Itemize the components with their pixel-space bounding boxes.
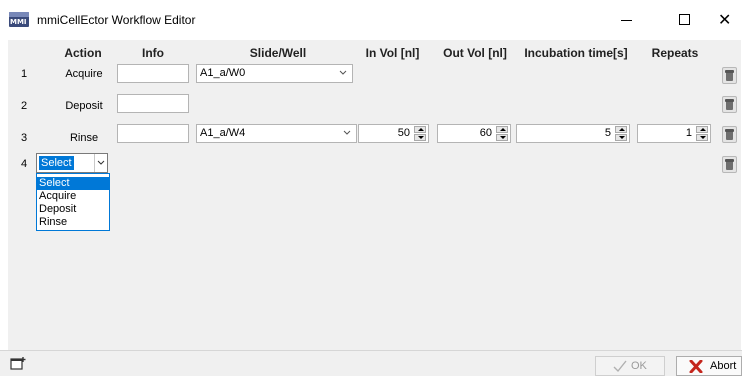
ok-label: OK <box>631 360 647 372</box>
title-bar: MMI mmiCellEctor Workflow Editor ✕ <box>0 0 742 40</box>
spin-up-icon[interactable] <box>696 126 708 133</box>
spin-down-icon[interactable] <box>615 134 627 141</box>
action-select-combo[interactable]: Select <box>36 153 108 173</box>
close-button[interactable]: ✕ <box>702 0 742 40</box>
slide-well-combo[interactable]: A1_a/W0 <box>196 64 353 83</box>
dropdown-option-acquire[interactable]: Acquire <box>37 190 109 203</box>
header-out-vol: Out Vol [nl] <box>443 46 507 60</box>
checkmark-icon <box>613 360 627 373</box>
maximize-icon <box>679 14 690 25</box>
spin-down-icon[interactable] <box>414 134 426 141</box>
header-incubation: Incubation time[s] <box>524 46 628 60</box>
info-field[interactable] <box>117 94 189 113</box>
close-icon: ✕ <box>718 10 732 29</box>
incubation-spinbox[interactable]: 5 <box>516 124 630 143</box>
slide-well-combo[interactable]: A1_a/W4 <box>196 124 357 143</box>
spin-up-icon[interactable] <box>414 126 426 133</box>
delete-row-button[interactable] <box>722 96 737 113</box>
chevron-down-icon <box>339 70 347 75</box>
row-action-label: Rinse <box>69 132 99 144</box>
header-info: Info <box>142 46 164 60</box>
spin-up-icon[interactable] <box>496 126 508 133</box>
ok-button[interactable]: OK <box>595 356 665 376</box>
chevron-down-icon <box>97 160 105 165</box>
spin-up-icon[interactable] <box>615 126 627 133</box>
abort-label: Abort <box>710 360 737 372</box>
repeats-spinbox[interactable]: 1 <box>637 124 711 143</box>
header-slide-well: Slide/Well <box>249 46 307 60</box>
window-title: mmiCellEctor Workflow Editor <box>37 13 196 27</box>
row-action-label: Deposit <box>65 100 103 112</box>
info-field[interactable] <box>117 124 189 143</box>
out-vol-value: 60 <box>479 127 492 139</box>
dropdown-option-deposit[interactable]: Deposit <box>37 203 109 216</box>
incubation-value: 5 <box>604 127 611 139</box>
row-number: 3 <box>21 132 28 144</box>
row-action-label: Acquire <box>65 68 103 80</box>
header-repeats: Repeats <box>651 46 699 60</box>
spin-down-icon[interactable] <box>496 134 508 141</box>
slide-well-value: A1_a/W4 <box>200 127 246 139</box>
out-vol-spinbox[interactable]: 60 <box>437 124 511 143</box>
delete-row-button[interactable] <box>722 67 737 84</box>
red-x-icon <box>689 360 703 373</box>
minimize-icon <box>621 20 632 21</box>
repeats-value: 1 <box>685 127 692 139</box>
row-number: 2 <box>21 100 28 112</box>
dropdown-option-select[interactable]: Select <box>37 177 109 190</box>
minimize-button[interactable] <box>607 0 647 40</box>
header-action: Action <box>64 46 102 60</box>
row-number: 4 <box>21 158 28 170</box>
workflow-table: Action Info Slide/Well In Vol [nl] Out V… <box>8 40 741 350</box>
maximize-button[interactable] <box>666 0 706 40</box>
row-number: 1 <box>21 68 28 80</box>
chevron-down-icon <box>343 130 351 135</box>
abort-button[interactable]: Abort <box>676 356 742 376</box>
action-dropdown-list: Select Acquire Deposit Rinse <box>36 173 110 231</box>
info-field[interactable] <box>117 64 189 83</box>
action-select-value: Select <box>39 156 74 170</box>
header-in-vol: In Vol [nl] <box>365 46 420 60</box>
footer-divider <box>0 350 742 351</box>
app-logo-icon: MMI <box>9 12 29 27</box>
dropdown-option-rinse[interactable]: Rinse <box>37 216 109 229</box>
add-step-icon[interactable] <box>10 356 26 370</box>
delete-row-button[interactable] <box>722 156 737 173</box>
delete-row-button[interactable] <box>722 126 737 143</box>
in-vol-spinbox[interactable]: 50 <box>358 124 429 143</box>
slide-well-value: A1_a/W0 <box>200 67 246 79</box>
in-vol-value: 50 <box>397 127 410 139</box>
spin-down-icon[interactable] <box>696 134 708 141</box>
